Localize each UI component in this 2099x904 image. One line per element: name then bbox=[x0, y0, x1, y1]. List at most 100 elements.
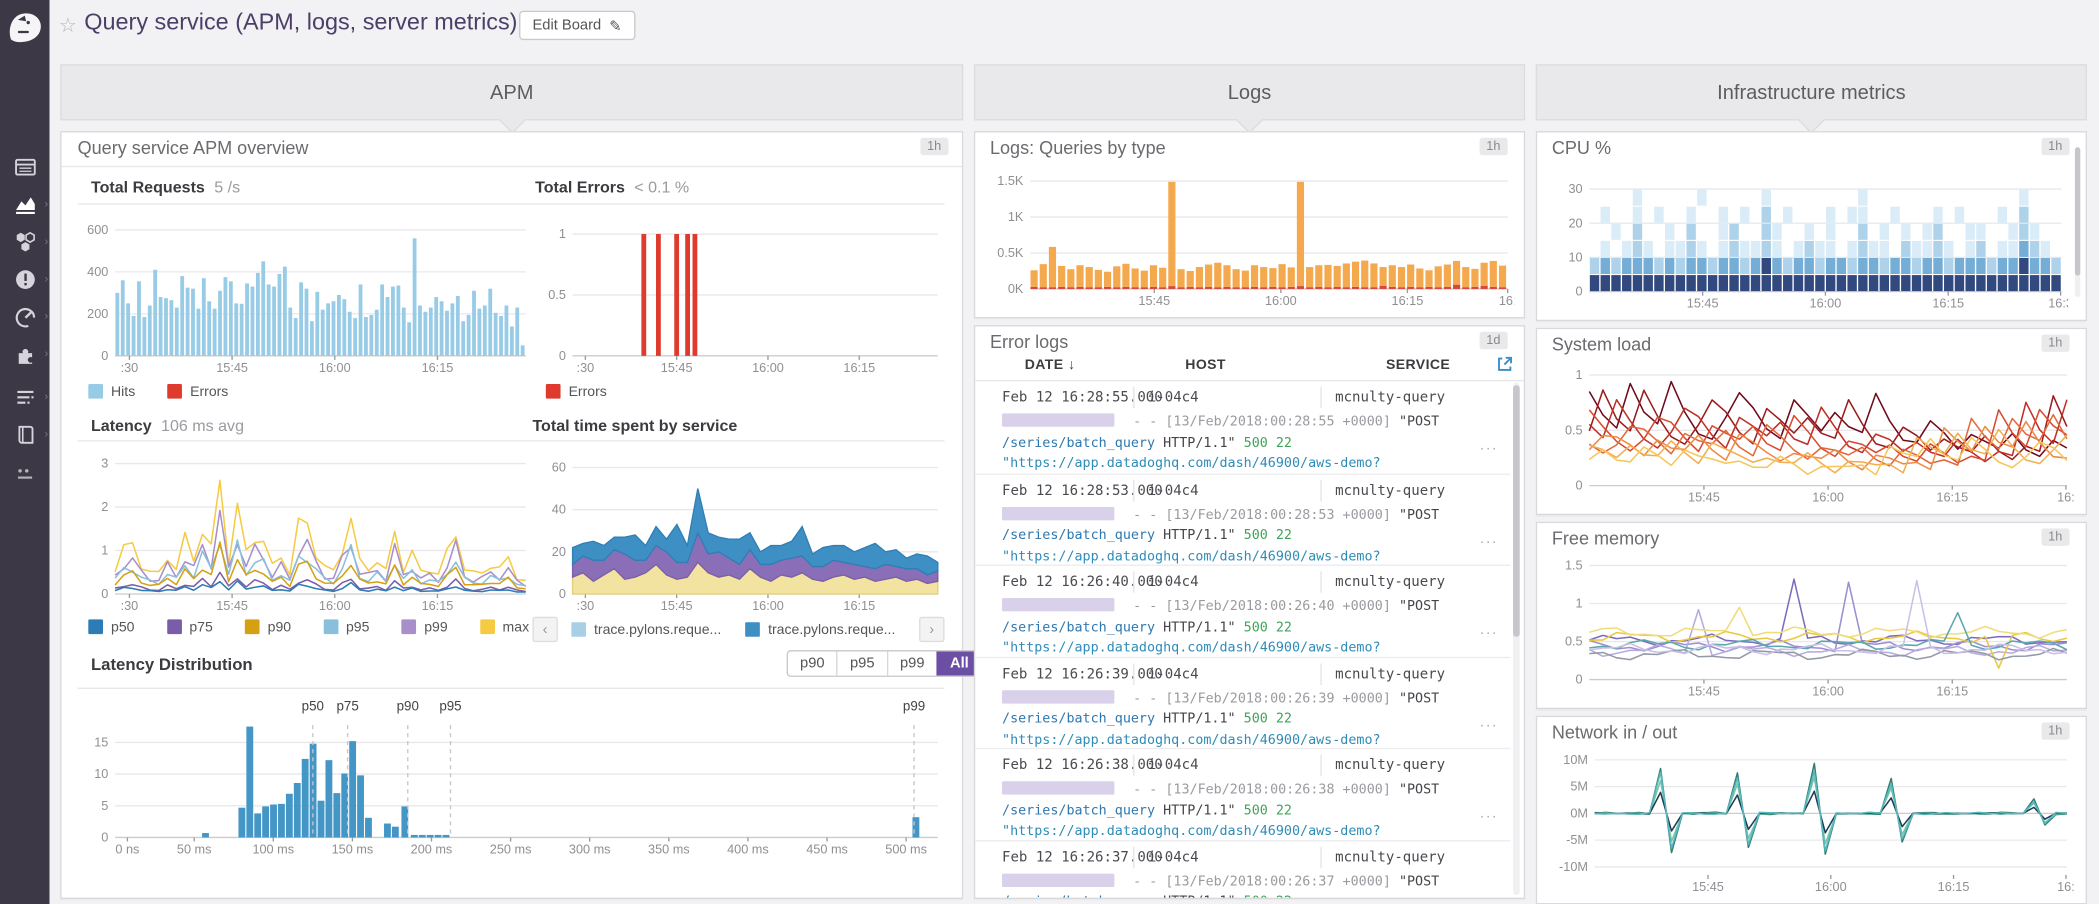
svg-text:15:45: 15:45 bbox=[1687, 297, 1719, 311]
svg-text::30: :30 bbox=[577, 361, 595, 375]
svg-text:p50: p50 bbox=[302, 698, 324, 713]
legend-item[interactable]: p75 bbox=[167, 619, 213, 635]
timeframe-badge[interactable]: 1h bbox=[2041, 528, 2069, 545]
legend-prev-button[interactable]: ‹ bbox=[532, 617, 557, 642]
sidebar-item-metrics[interactable]: › bbox=[0, 187, 49, 222]
network-chart[interactable]: -10M-5M0M5M10M15:4516:0016:1516: bbox=[1549, 744, 2073, 897]
system-load-chart[interactable]: 00.5115:4516:0016:1516: bbox=[1549, 356, 2073, 507]
latency-chart[interactable]: 0123:3015:4516:0016:15 bbox=[75, 447, 533, 616]
edit-board-button[interactable]: Edit Board ✎ bbox=[519, 11, 635, 40]
svg-text:15:45: 15:45 bbox=[661, 361, 693, 375]
svg-text:1.5K: 1.5K bbox=[997, 174, 1024, 188]
svg-text:20: 20 bbox=[1568, 216, 1582, 230]
svg-text:100 ms: 100 ms bbox=[252, 843, 294, 857]
svg-text:0: 0 bbox=[101, 830, 108, 844]
svg-text:16:00: 16:00 bbox=[752, 599, 784, 613]
logs-queries-chart[interactable]: 0K0.5K1K1.5K15:4516:0016:1516: bbox=[985, 166, 1515, 310]
svg-text:0: 0 bbox=[559, 587, 566, 601]
timeframe-badge[interactable]: 1h bbox=[2041, 138, 2069, 155]
chevron-right-icon: › bbox=[45, 274, 49, 285]
total-errors-chart[interactable]: 00.51:3015:4516:0016:15 bbox=[532, 211, 944, 377]
timeframe-badge[interactable]: 1h bbox=[2041, 722, 2069, 739]
svg-text:200 ms: 200 ms bbox=[411, 843, 453, 857]
row-overflow-menu[interactable]: ... bbox=[1480, 714, 1498, 730]
column-header-service[interactable]: SERVICE bbox=[1386, 357, 1450, 373]
svg-text:16:00: 16:00 bbox=[319, 599, 351, 613]
total-requests-chart[interactable]: 0200400600:3015:4516:0016:15 bbox=[75, 211, 533, 377]
svg-text:2: 2 bbox=[101, 500, 108, 514]
timeframe-badge[interactable]: 1h bbox=[2041, 334, 2069, 351]
legend-item[interactable]: max bbox=[480, 619, 529, 635]
legend-item[interactable]: p90 bbox=[245, 619, 291, 635]
legend-swatch bbox=[323, 619, 338, 634]
log-row[interactable]: Feb 12 16:26:37.000i-04c4mcnulty-query -… bbox=[975, 839, 1510, 897]
sidebar-item-integrations[interactable]: › bbox=[0, 337, 49, 372]
scrollbar-track[interactable] bbox=[1513, 383, 1520, 895]
sidebar-item-apm[interactable]: › bbox=[0, 300, 49, 335]
column-header-host[interactable]: HOST bbox=[1185, 357, 1226, 373]
svg-text:10: 10 bbox=[94, 767, 108, 781]
row-overflow-menu[interactable]: ... bbox=[1480, 622, 1498, 638]
p90-button[interactable]: p90 bbox=[788, 652, 837, 676]
section-title: Infrastructure metrics bbox=[1717, 81, 1905, 104]
svg-text:15:45: 15:45 bbox=[216, 361, 248, 375]
legend-item[interactable]: p95 bbox=[323, 619, 369, 635]
legend-item[interactable]: trace.pylons.reque... bbox=[571, 621, 721, 637]
section-header-apm: APM bbox=[60, 64, 963, 120]
timeframe-badge[interactable]: 1d bbox=[1480, 332, 1508, 349]
log-row[interactable]: Feb 12 16:28:53.000i-04c4mcnulty-query -… bbox=[975, 473, 1510, 565]
svg-text:600: 600 bbox=[87, 223, 108, 237]
sidebar-item-notebooks[interactable]: › bbox=[0, 417, 49, 452]
svg-text:1.5: 1.5 bbox=[1565, 558, 1583, 572]
svg-text:500 ms: 500 ms bbox=[885, 843, 927, 857]
legend-next-button[interactable]: › bbox=[919, 617, 944, 642]
total-time-chart[interactable]: 0204060:3015:4516:0016:15 bbox=[532, 447, 944, 616]
log-row[interactable]: Feb 12 16:26:39.000i-04c4mcnulty-query -… bbox=[975, 656, 1510, 748]
scrollbar-thumb[interactable] bbox=[1513, 385, 1520, 637]
sidebar-item-infrastructure[interactable]: › bbox=[0, 225, 49, 260]
legend-item[interactable]: p50 bbox=[88, 619, 134, 635]
svg-text:16:15: 16:15 bbox=[843, 361, 875, 375]
metrics-icon bbox=[13, 193, 37, 217]
log-row[interactable]: Feb 12 16:28:55.000i-04c4mcnulty-query -… bbox=[975, 381, 1510, 473]
legend-item[interactable]: Hits bbox=[88, 384, 135, 400]
svg-text:50 ms: 50 ms bbox=[177, 843, 212, 857]
scrollbar-thumb[interactable] bbox=[2075, 147, 2080, 275]
p95-button[interactable]: p95 bbox=[837, 652, 887, 676]
legend-item[interactable]: Errors bbox=[546, 384, 607, 400]
latency-distribution-chart[interactable]: 0510150 ns50 ms100 ms150 ms200 ms250 ms3… bbox=[75, 693, 945, 859]
row-overflow-menu[interactable]: ... bbox=[1480, 530, 1498, 546]
legend-item[interactable]: p99 bbox=[402, 619, 448, 635]
log-row[interactable]: Feb 12 16:26:38.000i-04c4mcnulty-query -… bbox=[975, 748, 1510, 840]
log-row[interactable]: Feb 12 16:26:40.000i-04c4mcnulty-query -… bbox=[975, 565, 1510, 657]
panel-title: CPU % bbox=[1552, 138, 1611, 158]
logs-icon bbox=[13, 385, 37, 409]
timeframe-badge[interactable]: 1h bbox=[1480, 138, 1508, 155]
svg-text:0.5K: 0.5K bbox=[997, 246, 1024, 260]
log-message: - - [13/Feb/2018:00:28:55 +0000] "POST/s… bbox=[1002, 412, 1470, 474]
scrollbar-track[interactable] bbox=[2075, 147, 2080, 297]
p99-button[interactable]: p99 bbox=[887, 652, 937, 676]
sidebar-item-logs[interactable]: › bbox=[0, 380, 49, 415]
legend-swatch bbox=[745, 621, 760, 636]
row-overflow-menu[interactable]: ... bbox=[1480, 437, 1498, 453]
panel-title: Query service APM overview bbox=[78, 138, 309, 158]
sidebar-item-dashboards[interactable] bbox=[0, 150, 49, 185]
cpu-chart[interactable]: 010203015:4516:0016:1516:3 bbox=[1549, 161, 2068, 314]
timeframe-badge[interactable]: 1h bbox=[920, 138, 948, 155]
favorite-star-icon[interactable]: ☆ bbox=[59, 13, 77, 37]
row-overflow-menu[interactable]: ... bbox=[1480, 897, 1498, 898]
sidebar-item-more[interactable] bbox=[0, 458, 49, 493]
svg-text:16:15: 16:15 bbox=[422, 361, 454, 375]
sidebar-item-monitors[interactable]: › bbox=[0, 262, 49, 297]
column-header-date[interactable]: DATE ↓ bbox=[1025, 357, 1076, 373]
svg-text:5: 5 bbox=[101, 799, 108, 813]
chevron-right-icon: › bbox=[45, 199, 49, 210]
svg-text:60: 60 bbox=[552, 461, 566, 475]
legend-item[interactable]: Errors bbox=[167, 384, 228, 400]
free-memory-chart[interactable]: 00.511.515:4516:0016:15 bbox=[1549, 550, 2073, 701]
legend-item[interactable]: trace.pylons.reque... bbox=[745, 621, 895, 637]
external-link-icon[interactable] bbox=[1496, 355, 1515, 374]
row-overflow-menu[interactable]: ... bbox=[1480, 805, 1498, 821]
datadog-logo-icon[interactable] bbox=[5, 7, 44, 47]
